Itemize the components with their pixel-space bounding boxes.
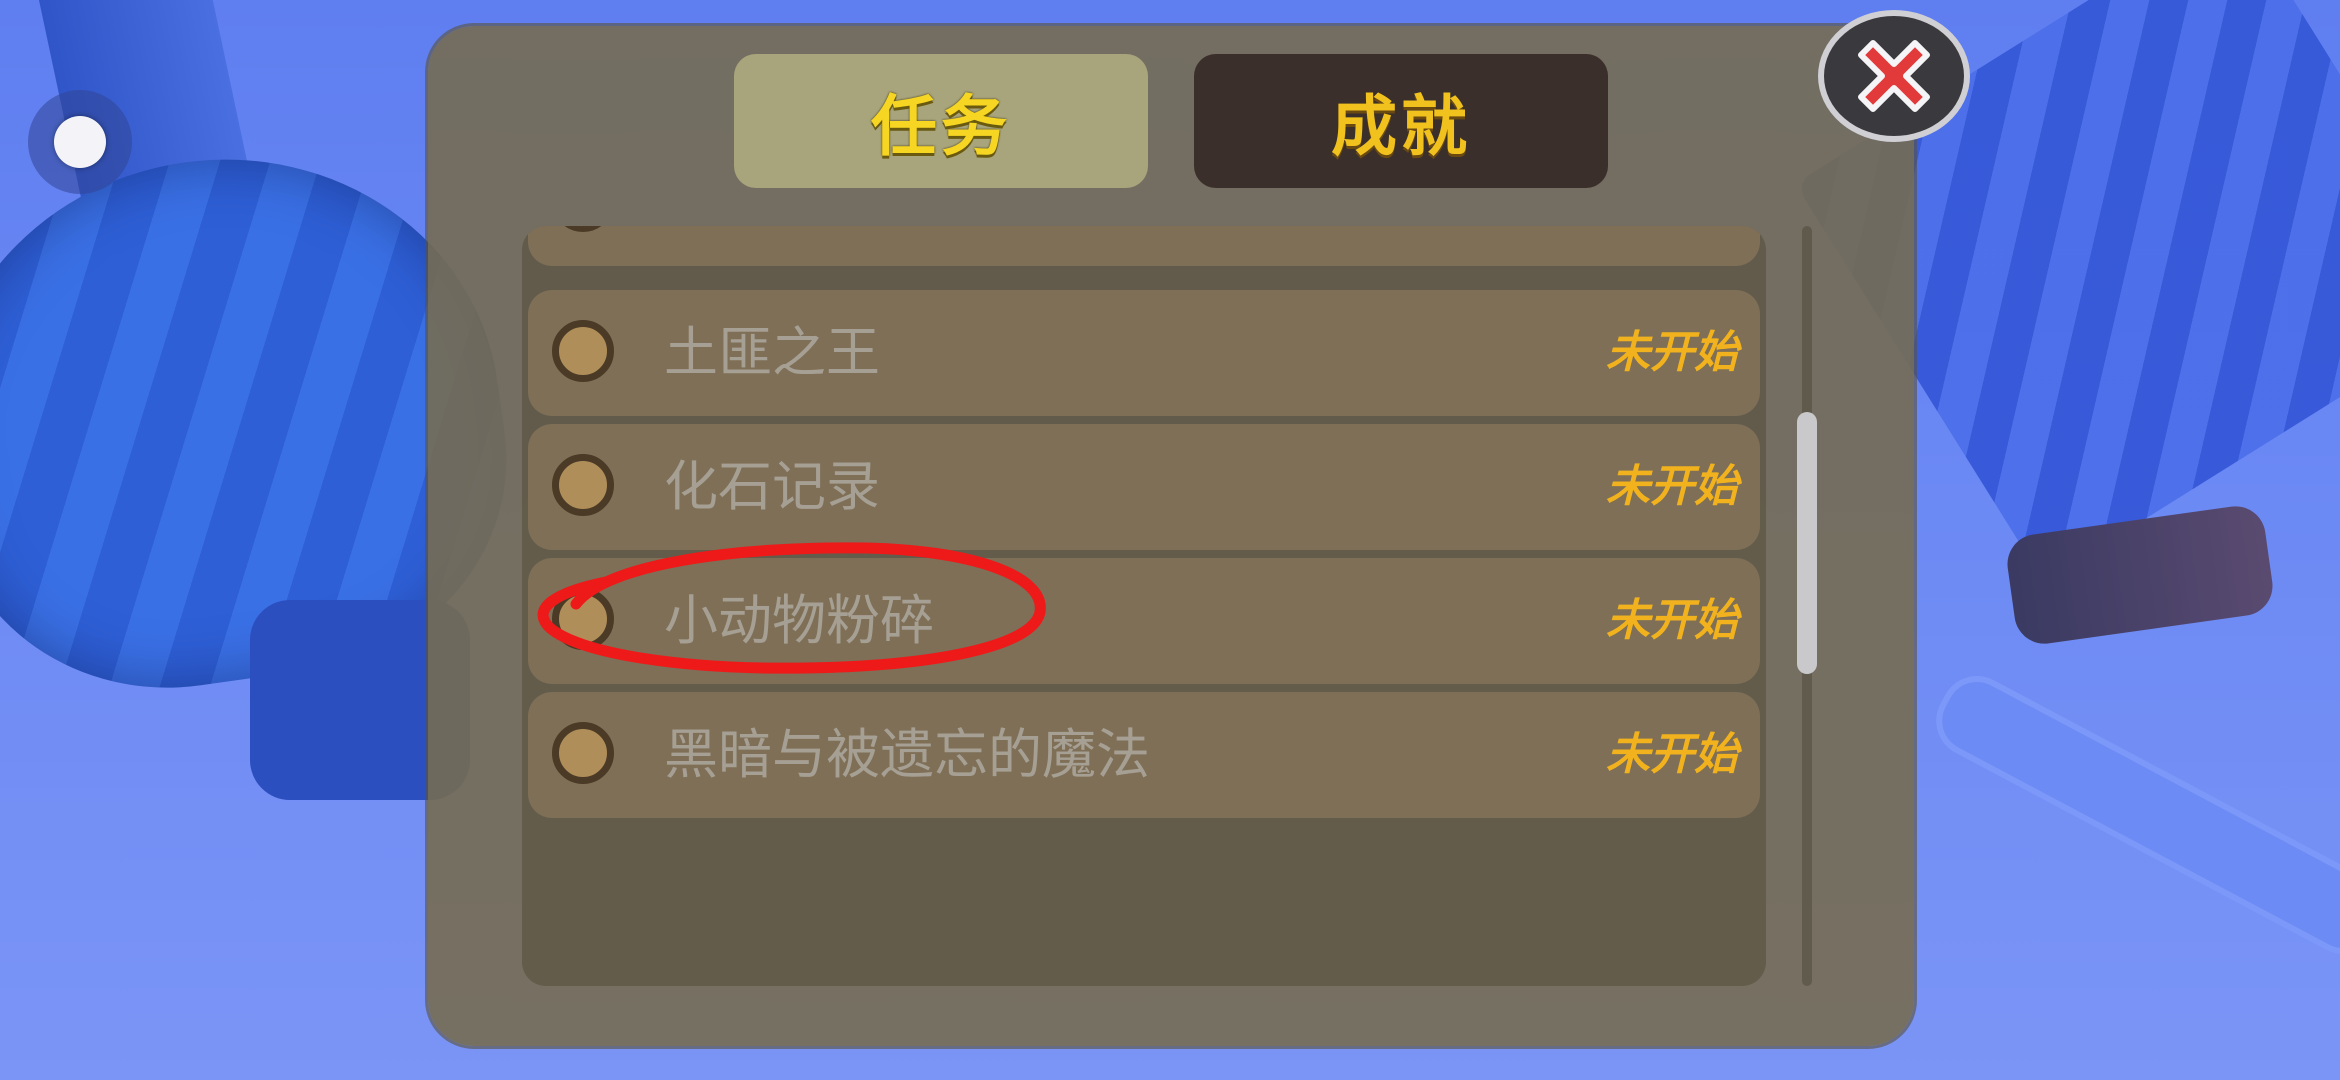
list-item-partial[interactable] <box>528 226 1760 266</box>
joystick-knob-icon[interactable] <box>54 116 106 168</box>
quest-status: 未开始 <box>1606 461 1738 512</box>
list-item[interactable]: 小动物粉碎 未开始 <box>528 558 1760 684</box>
scrollbar[interactable] <box>1797 226 1817 986</box>
scrollbar-thumb[interactable] <box>1797 412 1817 674</box>
quest-status: 未开始 <box>1606 729 1738 780</box>
close-button[interactable] <box>1818 10 1970 142</box>
tab-achievements[interactable]: 成就 <box>1194 54 1608 188</box>
quest-status-circle-icon <box>552 454 614 516</box>
tab-tasks[interactable]: 任务 <box>734 54 1148 188</box>
background-branch <box>1931 671 2340 959</box>
quest-status: 未开始 <box>1606 327 1738 378</box>
quest-status-circle-icon <box>552 722 614 784</box>
quest-title: 土匪之王 <box>664 321 880 384</box>
quest-title: 黑暗与被遗忘的魔法 <box>664 723 1150 786</box>
list-item[interactable]: 化石记录 未开始 <box>528 424 1760 550</box>
quest-list[interactable]: 土匪之王 未开始 化石记录 未开始 小动物粉碎 未开始 黑暗与被遗忘的魔法 未开… <box>522 226 1766 986</box>
quest-title: 化石记录 <box>664 455 880 518</box>
list-item[interactable]: 土匪之王 未开始 <box>528 290 1760 416</box>
quest-status: 未开始 <box>1606 595 1738 646</box>
quest-title: 小动物粉碎 <box>664 589 934 652</box>
quest-panel: 任务 成就 土匪之王 未开始 化石记录 未开始 小动物粉碎 未开始 黑暗与被遗忘… <box>428 26 1914 1046</box>
close-x-icon <box>1858 40 1930 112</box>
list-item[interactable]: 黑暗与被遗忘的魔法 未开始 <box>528 692 1760 818</box>
quest-status-circle-icon <box>552 320 614 382</box>
quest-status-circle-icon <box>552 226 614 232</box>
joystick[interactable] <box>28 90 132 194</box>
game-scene: 任务 成就 土匪之王 未开始 化石记录 未开始 小动物粉碎 未开始 黑暗与被遗忘… <box>0 0 2340 1080</box>
quest-status-circle-icon <box>552 588 614 650</box>
